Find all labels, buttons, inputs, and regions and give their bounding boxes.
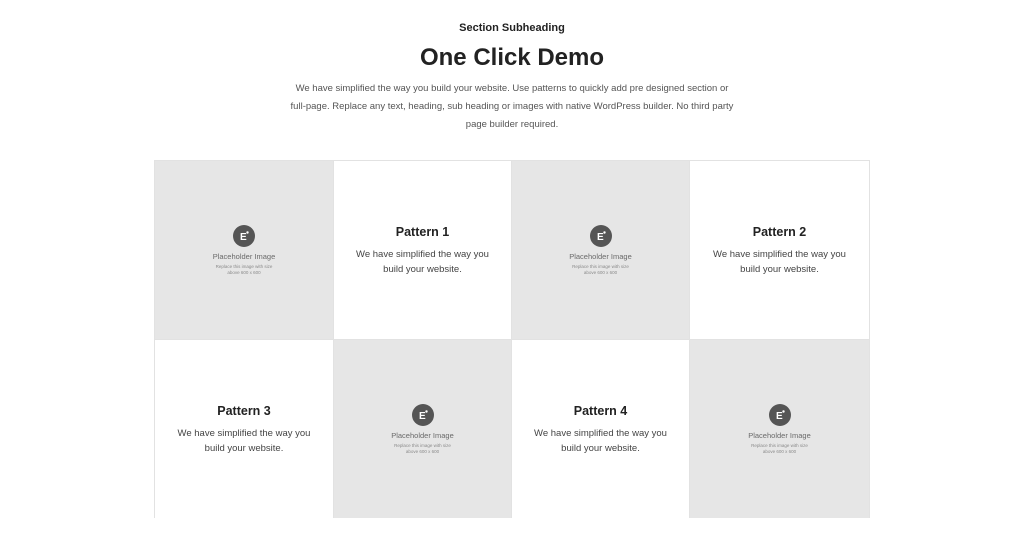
pattern-card-3: Pattern 3 We have simplified the way you…	[155, 340, 334, 518]
placeholder-title: Placeholder Image	[212, 251, 276, 261]
elementor-logo-icon: E	[768, 403, 791, 426]
pattern-card-4: Pattern 4 We have simplified the way you…	[512, 340, 690, 518]
section-title: One Click Demo	[419, 44, 605, 71]
pattern-grid: E Placeholder Image Replace this image w…	[154, 160, 870, 518]
placeholder-title: Placeholder Image	[748, 430, 811, 440]
section-subheading: Section Subheading	[459, 22, 565, 34]
pattern-card-1: Pattern 1 We have simplified the way you…	[334, 161, 512, 340]
pattern-text: We have simplified the way you build you…	[713, 249, 846, 275]
pattern-text: We have simplified the way you build you…	[534, 428, 667, 454]
svg-text:E: E	[419, 411, 426, 421]
pattern-title: Pattern 3	[217, 404, 271, 418]
placeholder-image-1: E Placeholder Image Replace this image w…	[155, 161, 334, 340]
placeholder-note: Replace this image with size above 600 x…	[572, 263, 629, 275]
placeholder-title: Placeholder Image	[569, 251, 632, 261]
placeholder-note: Replace this image with size above 600 x…	[751, 442, 808, 454]
elementor-logo-icon: E	[589, 224, 612, 247]
svg-text:E: E	[776, 411, 783, 421]
placeholder-title: Placeholder Image	[391, 430, 454, 440]
section-description: We have simplified the way you build you…	[290, 83, 734, 130]
pattern-text: We have simplified the way you build you…	[177, 428, 311, 454]
pattern-title: Pattern 4	[573, 404, 628, 418]
pattern-text: We have simplified the way you build you…	[356, 249, 489, 275]
svg-text:E: E	[597, 232, 604, 242]
placeholder-image-3: E Placeholder Image Replace this image w…	[334, 340, 512, 518]
pattern-title: Pattern 2	[752, 225, 807, 239]
placeholder-image-4: E Placeholder Image Replace this image w…	[690, 340, 869, 518]
elementor-logo-icon: E	[233, 224, 255, 247]
placeholder-note: Replace this image with size above 600 x…	[394, 442, 451, 454]
placeholder-image-2: E Placeholder Image Replace this image w…	[512, 161, 690, 340]
page: Section Subheading One Click Demo We hav…	[0, 0, 1024, 539]
svg-text:E: E	[240, 232, 247, 242]
pattern-title: Pattern 1	[395, 225, 450, 239]
placeholder-note: Replace this image with size above 600 x…	[215, 263, 273, 275]
elementor-logo-icon: E	[411, 403, 434, 426]
pattern-card-2: Pattern 2 We have simplified the way you…	[690, 161, 869, 340]
